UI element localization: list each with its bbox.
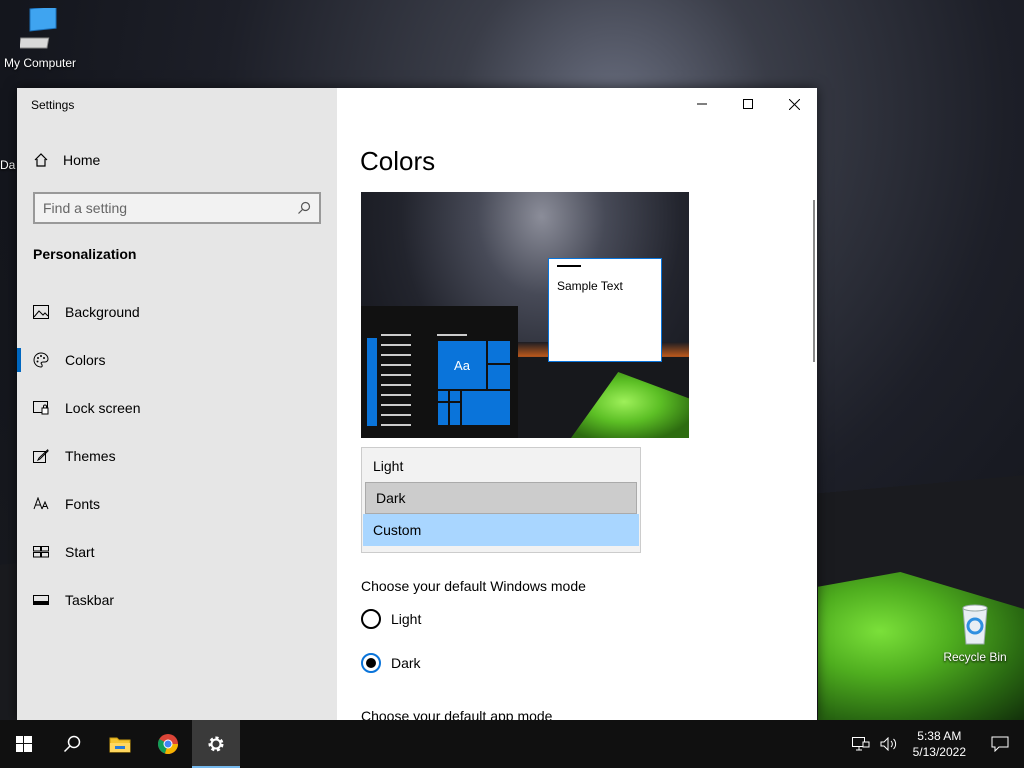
close-icon [788,98,800,110]
preview-sample-text: Sample Text [557,279,623,293]
desktop-icon-label: My Computer [3,56,77,70]
search-icon [63,735,81,753]
gear-icon [208,736,224,752]
desktop-icon-recycle-bin[interactable]: Recycle Bin [935,602,1015,664]
taskbar-icon [33,592,49,608]
preview-window-bar [557,265,581,267]
action-center-button[interactable] [976,720,1024,768]
minimize-button[interactable] [679,88,725,120]
recycle-bin-icon [962,604,988,645]
taskbar-settings[interactable] [192,720,240,768]
color-preview: Aa Sample Text [361,192,689,438]
preview-tile [449,402,461,426]
volume-icon [880,737,896,751]
mode-option-dark[interactable]: Dark [365,482,637,514]
desktop-icon-label: Recycle Bin [943,650,1007,664]
app-mode-label: Choose your default app mode [361,708,553,720]
sidebar-item-label: Fonts [65,496,101,512]
scrollbar[interactable] [813,200,815,362]
taskbar-chrome[interactable] [144,720,192,768]
sidebar-item-label: Themes [65,448,116,464]
mode-option-light[interactable]: Light [363,450,639,482]
sidebar-item-taskbar[interactable]: Taskbar [17,576,337,624]
sidebar-item-start[interactable]: Start [17,528,337,576]
close-button[interactable] [771,88,817,120]
minimize-icon [697,103,707,105]
sidebar-item-label: Start [65,544,95,560]
clock-time: 5:38 AM [917,729,962,743]
taskbar: 5:38 AM 5/13/2022 [0,720,1024,768]
preview-tile [487,340,511,364]
desktop-icon-partial-label: Da [0,158,16,172]
radio-label: Light [391,611,422,627]
lock-screen-icon [33,400,49,416]
preview-tile-large: Aa [437,340,487,390]
windows-logo-icon [16,736,32,752]
sidebar-item-fonts[interactable]: Fonts [17,480,337,528]
notification-icon [991,736,1009,752]
sidebar-item-label: Lock screen [65,400,141,416]
sidebar-item-themes[interactable]: Themes [17,432,337,480]
brush-icon [33,448,49,464]
sidebar-item-lock-screen[interactable]: Lock screen [17,384,337,432]
taskbar-file-explorer[interactable] [96,720,144,768]
sidebar-item-colors[interactable]: Colors [17,336,337,384]
preview-start-bar [367,338,377,426]
font-icon [33,496,49,512]
maximize-button[interactable] [725,88,771,120]
sidebar-item-label: Background [65,304,140,320]
start-icon [33,544,49,560]
windows-mode-label: Choose your default Windows mode [361,578,586,594]
preview-tile [437,390,449,402]
sidebar-item-home[interactable]: Home [33,152,100,168]
network-icon [851,737,870,751]
preview-menu-lines [381,334,411,434]
start-button[interactable] [0,720,48,768]
taskbar-clock[interactable]: 5:38 AM 5/13/2022 [903,728,976,760]
sidebar-item-background[interactable]: Background [17,288,337,336]
mode-option-custom[interactable]: Custom [363,514,639,546]
preview-tile [449,390,461,402]
chrome-icon [157,734,178,754]
network-button[interactable] [847,720,875,768]
windows-mode-radio-light[interactable]: Light [361,609,421,629]
sidebar-item-label: Home [63,152,101,168]
sidebar-item-label: Colors [65,352,106,368]
settings-content: Colors Aa Sample Text Light Dark Custom … [337,88,817,720]
search-input[interactable] [43,200,283,216]
preview-tile [487,364,511,390]
image-icon [33,304,49,320]
palette-icon [33,352,49,368]
windows-mode-radio-dark[interactable]: Dark [361,653,421,673]
maximize-icon [743,99,753,109]
sidebar-nav: Background Colors Lock screen Themes Fon… [17,288,337,624]
computer-icon [20,8,57,49]
window-controls [679,88,817,120]
sidebar-item-label: Taskbar [65,592,115,608]
radio-label: Dark [391,655,421,671]
radio-button[interactable] [361,609,381,629]
home-icon [34,153,48,167]
page-title: Colors [360,146,436,176]
clock-date: 5/13/2022 [912,745,966,759]
search-box[interactable] [33,192,321,224]
radio-button-checked[interactable] [361,653,381,673]
system-tray: 5:38 AM 5/13/2022 [847,720,1024,768]
color-mode-dropdown[interactable]: Light Dark Custom [361,447,641,553]
preview-start-menu: Aa [361,306,518,438]
settings-sidebar: Settings Home Personalization Background [17,88,337,720]
preview-tile [437,402,449,426]
preview-tile [461,390,511,426]
search-icon [298,201,311,214]
preview-tiles: Aa [437,340,511,426]
preview-window: Sample Text [548,258,662,362]
section-title: Personalization [33,246,137,262]
folder-icon [109,737,131,753]
settings-window: Settings Home Personalization Background [17,88,817,720]
desktop-icon-my-computer[interactable]: My Computer [0,8,80,70]
window-title: Settings [31,98,75,112]
volume-button[interactable] [875,720,903,768]
taskbar-search-button[interactable] [48,720,96,768]
preview-tiles-header [437,334,467,336]
